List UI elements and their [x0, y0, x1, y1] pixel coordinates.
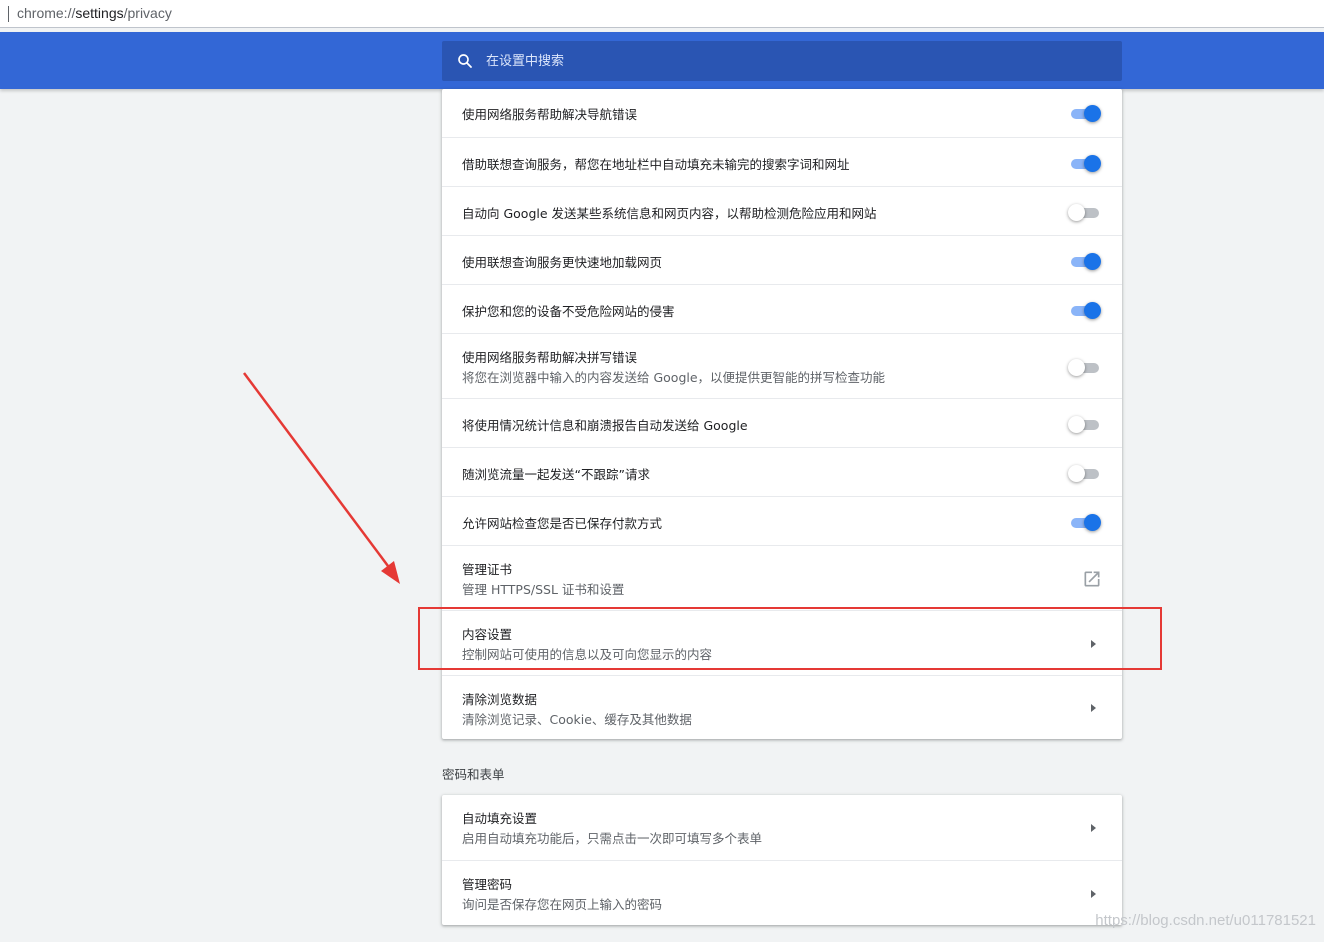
- toggle-switch[interactable]: [1068, 463, 1102, 483]
- search-icon: [458, 54, 472, 68]
- settings-row[interactable]: 自动向 Google 发送某些系统信息和网页内容，以帮助检测危险应用和网站: [442, 186, 1122, 235]
- watermark-text: https://blog.csdn.net/u011781521: [1095, 912, 1316, 929]
- settings-row[interactable]: 内容设置控制网站可使用的信息以及可向您显示的内容: [442, 610, 1122, 675]
- row-label: 内容设置: [462, 627, 513, 642]
- arrow-right-icon[interactable]: [1091, 639, 1096, 648]
- toggle-knob: [1084, 301, 1101, 319]
- settings-row[interactable]: 使用联想查询服务更快速地加载网页: [442, 235, 1122, 284]
- url-host: settings: [75, 5, 124, 21]
- toggle-switch[interactable]: [1068, 414, 1102, 434]
- toggle-switch[interactable]: [1068, 512, 1102, 532]
- settings-row[interactable]: 随浏览流量一起发送“不跟踪”请求: [442, 447, 1122, 496]
- row-sublabel: 管理 HTTPS/SSL 证书和设置: [462, 582, 625, 597]
- row-sublabel: 清除浏览记录、Cookie、缓存及其他数据: [462, 712, 692, 727]
- arrow-right-icon[interactable]: [1091, 823, 1096, 832]
- settings-row[interactable]: 将使用情况统计信息和崩溃报告自动发送给 Google: [442, 398, 1122, 447]
- row-sublabel: 启用自动填充功能后，只需点击一次即可填写多个表单: [462, 831, 763, 846]
- settings-row[interactable]: 保护您和您的设备不受危险网站的侵害: [442, 284, 1122, 333]
- url-scheme: chrome://: [17, 5, 76, 21]
- open-in-new-icon[interactable]: [1082, 569, 1102, 589]
- settings-header: [0, 32, 1324, 89]
- toggle-knob: [1068, 415, 1085, 433]
- settings-row[interactable]: 清除浏览数据清除浏览记录、Cookie、缓存及其他数据: [442, 675, 1122, 739]
- row-label: 使用网络服务帮助解决导航错误: [462, 107, 638, 122]
- settings-search-input[interactable]: [486, 41, 1106, 81]
- settings-row[interactable]: 借助联想查询服务，帮您在地址栏中自动填充未输完的搜索字词和网址: [442, 137, 1122, 186]
- row-label: 使用网络服务帮助解决拼写错误: [462, 350, 638, 365]
- row-sublabel: 询问是否保存您在网页上输入的密码: [462, 897, 663, 912]
- text-caret: [8, 6, 9, 22]
- toggle-knob: [1084, 154, 1101, 172]
- toggle-switch[interactable]: [1068, 300, 1102, 320]
- row-label: 随浏览流量一起发送“不跟踪”请求: [462, 466, 650, 482]
- url-path: /privacy: [123, 5, 172, 21]
- toggle-knob: [1068, 358, 1085, 376]
- toggle-switch[interactable]: [1068, 153, 1102, 173]
- settings-row[interactable]: 管理证书管理 HTTPS/SSL 证书和设置: [442, 545, 1122, 610]
- row-sublabel: 控制网站可使用的信息以及可向您显示的内容: [462, 647, 713, 662]
- row-label: 使用联想查询服务更快速地加载网页: [462, 254, 663, 270]
- toggle-knob: [1068, 464, 1085, 482]
- row-label: 清除浏览数据: [462, 692, 538, 707]
- settings-row[interactable]: 允许网站检查您是否已保存付款方式: [442, 496, 1122, 545]
- arrow-right-icon[interactable]: [1091, 889, 1096, 898]
- passwords-section-title: 密码和表单: [442, 767, 505, 782]
- passwords-forms-card: 自动填充设置启用自动填充功能后，只需点击一次即可填写多个表单 管理密码询问是否保存…: [442, 795, 1122, 925]
- row-label: 管理密码: [462, 877, 513, 892]
- row-label: 保护您和您的设备不受危险网站的侵害: [462, 303, 675, 319]
- toggle-knob: [1084, 513, 1101, 531]
- row-label: 管理证书: [462, 562, 513, 577]
- toggle-switch[interactable]: [1068, 251, 1102, 271]
- toggle-switch[interactable]: [1068, 103, 1102, 123]
- row-sublabel: 将您在浏览器中输入的内容发送给 Google，以便提供更智能的拼写检查功能: [462, 370, 886, 385]
- toggle-knob: [1084, 105, 1101, 122]
- toggle-switch[interactable]: [1068, 357, 1102, 377]
- address-bar[interactable]: chrome://settings/privacy: [0, 0, 1324, 28]
- toggle-knob: [1084, 252, 1101, 270]
- url-text[interactable]: chrome://settings/privacy: [17, 5, 172, 21]
- row-label: 自动填充设置: [462, 811, 538, 826]
- arrow-right-icon[interactable]: [1091, 704, 1096, 712]
- privacy-settings-card: 使用网络服务帮助解决导航错误借助联想查询服务，帮您在地址栏中自动填充未输完的搜索…: [442, 89, 1122, 739]
- settings-row[interactable]: 管理密码询问是否保存您在网页上输入的密码: [442, 860, 1122, 925]
- settings-row[interactable]: 使用网络服务帮助解决拼写错误将您在浏览器中输入的内容发送给 Google，以便提…: [442, 333, 1122, 398]
- toggle-knob: [1068, 203, 1085, 221]
- row-label: 自动向 Google 发送某些系统信息和网页内容，以帮助检测危险应用和网站: [462, 205, 877, 221]
- row-label: 允许网站检查您是否已保存付款方式: [462, 515, 663, 531]
- row-label: 将使用情况统计信息和崩溃报告自动发送给 Google: [462, 417, 748, 433]
- row-label: 借助联想查询服务，帮您在地址栏中自动填充未输完的搜索字词和网址: [462, 156, 850, 172]
- toggle-switch[interactable]: [1068, 202, 1102, 222]
- settings-row[interactable]: 自动填充设置启用自动填充功能后，只需点击一次即可填写多个表单: [442, 795, 1122, 860]
- settings-search-box[interactable]: [442, 41, 1122, 81]
- settings-row[interactable]: 使用网络服务帮助解决导航错误: [442, 89, 1122, 137]
